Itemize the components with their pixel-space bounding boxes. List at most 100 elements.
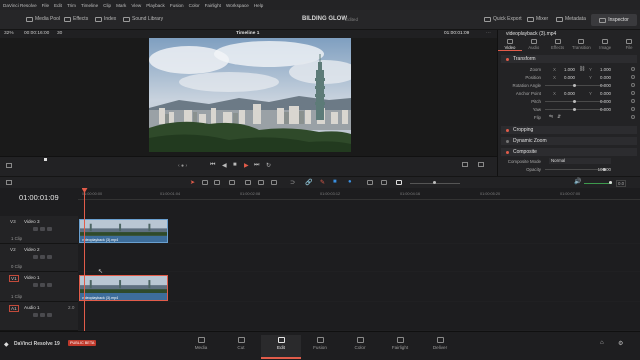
insert-clip-icon[interactable] bbox=[245, 180, 251, 185]
timeline-name[interactable]: Timeline 1 bbox=[236, 31, 259, 36]
track-id[interactable]: V3 bbox=[10, 219, 16, 224]
detail-zoom-icon[interactable] bbox=[381, 180, 387, 185]
lock-track-icon[interactable] bbox=[33, 255, 38, 259]
mixer-button[interactable]: Mixer bbox=[527, 16, 548, 22]
menu-timeline[interactable]: Timeline bbox=[81, 3, 98, 8]
effects-button[interactable]: Effects bbox=[64, 16, 88, 22]
auto-select-icon[interactable] bbox=[40, 227, 45, 231]
flip-vertical-icon[interactable]: ⇵ bbox=[557, 114, 561, 120]
lock-track-icon[interactable] bbox=[33, 227, 38, 231]
lock-track-icon[interactable] bbox=[33, 283, 38, 287]
anchor-x-field[interactable]: 0.000 bbox=[559, 91, 575, 96]
reset-icon[interactable] bbox=[631, 83, 635, 87]
reset-icon[interactable] bbox=[631, 107, 635, 111]
reset-icon[interactable] bbox=[631, 99, 635, 103]
menu-trim[interactable]: Trim bbox=[67, 3, 76, 8]
track-id[interactable]: V2 bbox=[10, 247, 16, 252]
play-icon[interactable]: ▶ bbox=[244, 162, 249, 169]
settings-gear-icon[interactable]: ⚙ bbox=[618, 340, 623, 347]
link-clips-icon[interactable]: 🔗 bbox=[305, 179, 312, 186]
pitch-field[interactable]: 0.000 bbox=[595, 99, 611, 104]
metadata-button[interactable]: Metadata bbox=[556, 16, 586, 22]
viewer-zoom[interactable]: 32% bbox=[4, 31, 14, 36]
transform-section-header[interactable]: Transform bbox=[501, 55, 637, 63]
menu-file[interactable]: File bbox=[42, 3, 49, 8]
page-fusion[interactable]: Fusion bbox=[300, 335, 340, 350]
marker-icon[interactable]: ● bbox=[348, 179, 352, 185]
zoom-x-field[interactable]: 1.000 bbox=[559, 67, 575, 72]
overwrite-clip-icon[interactable] bbox=[258, 180, 264, 185]
tab-video[interactable]: Video bbox=[498, 38, 522, 51]
menu-fusion[interactable]: Fusion bbox=[170, 3, 184, 8]
replace-clip-icon[interactable] bbox=[271, 180, 277, 185]
dynamic-trim-icon[interactable] bbox=[214, 180, 220, 185]
yaw-field[interactable]: 0.000 bbox=[595, 107, 611, 112]
selection-tool-icon[interactable]: ➤ bbox=[190, 179, 195, 186]
position-x-field[interactable]: 0.000 bbox=[559, 75, 575, 80]
flip-horizontal-icon[interactable]: ⇋ bbox=[549, 114, 553, 120]
menu-fairlight[interactable]: Fairlight bbox=[205, 3, 221, 8]
fps-field[interactable]: 30 bbox=[57, 31, 62, 36]
track-id[interactable]: A1 bbox=[9, 305, 19, 312]
index-button[interactable]: Index bbox=[95, 16, 116, 22]
reset-icon[interactable] bbox=[631, 75, 635, 79]
position-lock-icon[interactable]: ✎ bbox=[320, 179, 325, 186]
timeline-ruler[interactable]: 01:00:00:00 01:00:01:04 01:00:02:08 01:0… bbox=[78, 190, 640, 200]
link-icon[interactable]: ⛓ bbox=[579, 66, 585, 72]
viewer-size-icon[interactable] bbox=[6, 163, 12, 168]
rotation-field[interactable]: 0.000 bbox=[595, 83, 611, 88]
auto-select-icon[interactable] bbox=[40, 255, 45, 259]
tab-image[interactable]: Image bbox=[593, 38, 617, 51]
page-edit[interactable]: Edit bbox=[261, 335, 301, 359]
viewer-options-icon[interactable]: ··· bbox=[486, 31, 491, 36]
timeline-view-options-icon[interactable] bbox=[6, 180, 12, 185]
track-name[interactable]: Video 2 bbox=[24, 247, 40, 252]
stop-icon[interactable]: ■ bbox=[233, 162, 237, 168]
tab-file[interactable]: File bbox=[617, 38, 640, 51]
tab-effects[interactable]: Effects bbox=[546, 38, 570, 51]
composite-enable-dot[interactable] bbox=[506, 150, 509, 154]
blade-tool-icon[interactable] bbox=[229, 180, 235, 185]
menu-mark[interactable]: Mark bbox=[116, 3, 126, 8]
reset-icon[interactable] bbox=[631, 115, 635, 119]
go-to-start-icon[interactable]: ⏮ bbox=[210, 162, 215, 169]
track-name[interactable]: Audio 1 bbox=[24, 305, 40, 310]
video-clip-v3[interactable]: videoplayback (3).mp4 bbox=[79, 219, 168, 243]
menu-edit[interactable]: Edit bbox=[54, 3, 62, 8]
menu-view[interactable]: View bbox=[131, 3, 141, 8]
page-deliver[interactable]: Deliver bbox=[420, 335, 460, 350]
scrubber-handle[interactable] bbox=[44, 158, 47, 161]
menu-clip[interactable]: Clip bbox=[103, 3, 111, 8]
menu-davinci[interactable]: DaVinci Resolve bbox=[3, 3, 37, 8]
volume-slider[interactable] bbox=[584, 183, 612, 184]
mute-track-icon[interactable] bbox=[47, 313, 52, 317]
tab-audio[interactable]: Audio bbox=[522, 38, 546, 51]
enable-track-icon[interactable] bbox=[47, 255, 52, 259]
match-frame-icon[interactable] bbox=[462, 162, 468, 167]
menu-color[interactable]: Color bbox=[189, 3, 200, 8]
loop-toggle-icon[interactable]: ↻ bbox=[266, 162, 271, 169]
opacity-field[interactable]: 100.00 bbox=[595, 167, 611, 172]
lock-track-icon[interactable] bbox=[33, 313, 38, 317]
auto-select-icon[interactable] bbox=[40, 283, 45, 287]
slider-knob[interactable] bbox=[573, 84, 576, 87]
playhead[interactable] bbox=[84, 190, 85, 331]
page-fairlight[interactable]: Fairlight bbox=[380, 335, 420, 350]
full-zoom-icon[interactable] bbox=[367, 180, 373, 185]
reset-icon[interactable] bbox=[631, 67, 635, 71]
home-icon[interactable]: ⌂ bbox=[600, 340, 604, 346]
volume-knob[interactable] bbox=[609, 181, 612, 184]
tab-transition[interactable]: Transition bbox=[569, 38, 593, 51]
volume-value[interactable]: 0.0 bbox=[616, 180, 627, 187]
media-pool-button[interactable]: Media Pool bbox=[26, 16, 60, 22]
go-to-end-icon[interactable]: ⏭ bbox=[254, 162, 259, 169]
page-media[interactable]: Media bbox=[181, 335, 221, 350]
dynamic-zoom-enable-dot[interactable] bbox=[506, 139, 509, 143]
track-name[interactable]: Video 3 bbox=[24, 219, 40, 224]
cropping-enable-dot[interactable] bbox=[506, 128, 509, 132]
zoom-slider-knob[interactable] bbox=[433, 181, 436, 184]
volume-icon[interactable]: 🔊 bbox=[574, 178, 581, 185]
page-color[interactable]: Color bbox=[340, 335, 380, 350]
custom-zoom-icon[interactable] bbox=[396, 180, 402, 185]
reset-icon[interactable] bbox=[631, 91, 635, 95]
